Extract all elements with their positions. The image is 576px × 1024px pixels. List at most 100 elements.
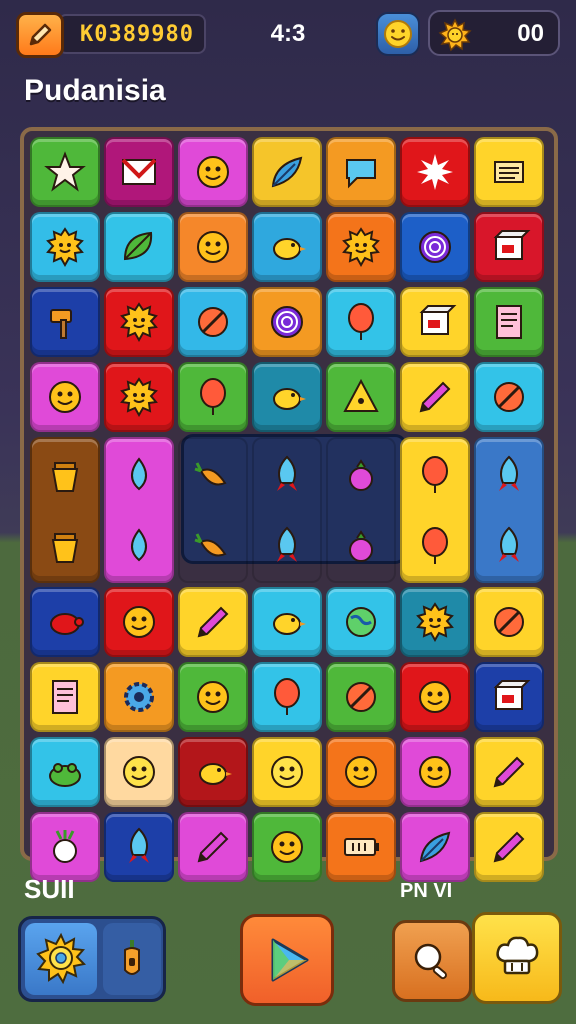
tile-ball[interactable] — [178, 287, 248, 357]
tile-face[interactable] — [30, 362, 100, 432]
tile-feather[interactable] — [252, 137, 322, 207]
radish-icon — [43, 825, 87, 869]
box-icon — [487, 675, 531, 719]
frog-icon — [43, 750, 87, 794]
sun-icon — [438, 18, 472, 52]
booster-panel-right — [392, 912, 564, 1008]
tile-rocket[interactable] — [474, 437, 544, 583]
tile-radish[interactable] — [30, 812, 100, 882]
tile-box[interactable] — [400, 287, 470, 357]
tile-face[interactable] — [178, 212, 248, 282]
tile-rocket[interactable] — [104, 812, 174, 882]
drop-icon — [117, 453, 161, 497]
play-button[interactable] — [240, 914, 334, 1006]
face-icon — [117, 750, 161, 794]
tile-pencil[interactable] — [474, 737, 544, 807]
tile-feather[interactable] — [400, 812, 470, 882]
tile-ball[interactable] — [474, 362, 544, 432]
tile-swirl[interactable] — [400, 212, 470, 282]
bird-icon — [191, 750, 235, 794]
score-display: K0389980 — [58, 14, 206, 54]
coins-counter: 00 — [428, 10, 560, 56]
chef-hat-booster-button[interactable] — [472, 912, 562, 1004]
pencil-button[interactable] — [16, 12, 64, 58]
tile-triangle[interactable] — [326, 362, 396, 432]
timer: 4:3 — [270, 20, 306, 47]
berry-icon — [339, 453, 383, 497]
tile-battery[interactable] — [326, 812, 396, 882]
tile-box[interactable] — [474, 662, 544, 732]
tile-balloon[interactable] — [178, 362, 248, 432]
tile-burst[interactable] — [400, 137, 470, 207]
tile-sun-face[interactable] — [104, 287, 174, 357]
tile-sun-face[interactable] — [326, 212, 396, 282]
tile-face[interactable] — [104, 737, 174, 807]
tile-swirl[interactable] — [252, 287, 322, 357]
face-icon — [413, 750, 457, 794]
tile-gear[interactable] — [104, 662, 174, 732]
rocket-icon — [487, 524, 531, 568]
tile-face[interactable] — [326, 737, 396, 807]
pot-icon — [43, 453, 87, 497]
tile-globe[interactable] — [326, 587, 396, 657]
tile-bird[interactable] — [252, 362, 322, 432]
tile-drop[interactable] — [104, 437, 174, 583]
ball-icon — [191, 300, 235, 344]
tile-bird[interactable] — [178, 737, 248, 807]
tile-turtle[interactable] — [30, 587, 100, 657]
tile-pencil[interactable] — [178, 812, 248, 882]
tile-balloon[interactable] — [400, 437, 470, 583]
tile-bird[interactable] — [252, 212, 322, 282]
tile-berry[interactable] — [326, 437, 396, 583]
tile-pencil[interactable] — [400, 362, 470, 432]
sun-booster-button[interactable] — [25, 923, 97, 995]
tile-frog[interactable] — [30, 737, 100, 807]
tile-leaf[interactable] — [104, 212, 174, 282]
tile-balloon[interactable] — [252, 662, 322, 732]
tile-hammer[interactable] — [30, 287, 100, 357]
tile-face[interactable] — [400, 662, 470, 732]
document-icon — [43, 675, 87, 719]
gear-icon — [117, 675, 161, 719]
tile-bird[interactable] — [252, 587, 322, 657]
magnifier-booster-button[interactable] — [392, 920, 472, 1002]
balloon-icon — [339, 300, 383, 344]
tile-sun-face[interactable] — [30, 212, 100, 282]
balloon-icon — [191, 375, 235, 419]
tile-face[interactable] — [178, 137, 248, 207]
coin-button[interactable] — [376, 12, 420, 56]
tile-pencil[interactable] — [178, 587, 248, 657]
tile-ball[interactable] — [474, 587, 544, 657]
tile-box[interactable] — [474, 212, 544, 282]
tile-face[interactable] — [252, 812, 322, 882]
face-icon — [413, 675, 457, 719]
tile-sun-face[interactable] — [104, 362, 174, 432]
tile-face[interactable] — [400, 737, 470, 807]
pencil-icon — [487, 750, 531, 794]
tile-document[interactable] — [30, 662, 100, 732]
tile-document[interactable] — [474, 287, 544, 357]
hammer-icon — [43, 300, 87, 344]
rocket-icon — [265, 524, 309, 568]
tile-papers[interactable] — [474, 137, 544, 207]
tile-pencil[interactable] — [474, 812, 544, 882]
sun-face-icon — [413, 600, 457, 644]
tile-sun-face[interactable] — [400, 587, 470, 657]
tile-ball[interactable] — [326, 662, 396, 732]
box-icon — [413, 300, 457, 344]
tile-balloon[interactable] — [326, 287, 396, 357]
pencil-icon — [487, 825, 531, 869]
turtle-icon — [43, 600, 87, 644]
tile-star[interactable] — [30, 137, 100, 207]
pepper-booster-button[interactable] — [103, 923, 161, 995]
bird-icon — [265, 375, 309, 419]
tile-face[interactable] — [104, 587, 174, 657]
tile-speech-bubble[interactable] — [326, 137, 396, 207]
tile-pot[interactable] — [30, 437, 100, 583]
tile-face[interactable] — [178, 662, 248, 732]
tile-rocket[interactable] — [252, 437, 322, 583]
tile-carrot[interactable] — [178, 437, 248, 583]
face-icon — [191, 675, 235, 719]
tile-face[interactable] — [252, 737, 322, 807]
tile-envelope[interactable] — [104, 137, 174, 207]
